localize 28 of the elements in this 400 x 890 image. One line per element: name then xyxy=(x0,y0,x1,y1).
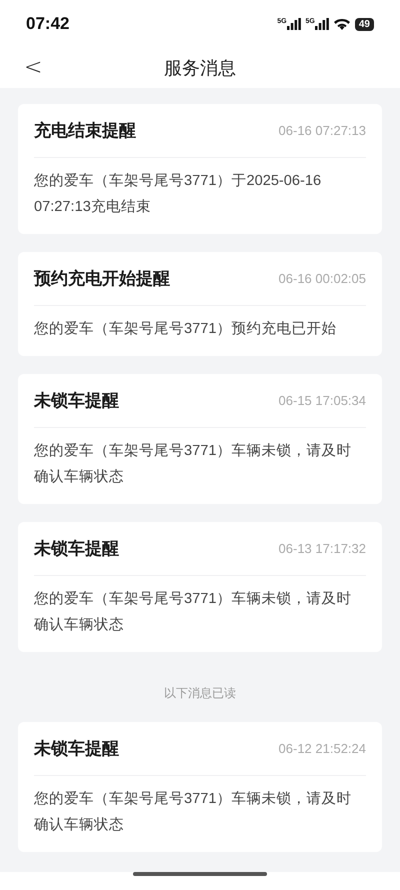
message-body: 您的爱车（车架号尾号3771）车辆未锁，请及时确认车辆状态 xyxy=(34,442,352,487)
message-card[interactable]: 预约充电开始提醒 06-16 00:02:05 您的爱车（车架号尾号3771）预约充电已开始 xyxy=(18,252,382,356)
message-body: 您的爱车（车架号尾号3771）于2025-06-16 07:27:13充电结束 xyxy=(34,172,322,217)
battery-level: 49 xyxy=(354,18,374,30)
message-body: 您的爱车（车架号尾号3771）预约充电已开始 xyxy=(34,320,338,339)
message-title: 未锁车提醒 xyxy=(34,538,119,560)
wifi-icon xyxy=(334,18,350,30)
signal-icon xyxy=(314,18,329,30)
message-title: 预约充电开始提醒 xyxy=(34,268,170,290)
page-title: 服务消息 xyxy=(164,57,236,80)
message-time: 06-12 21:52:24 xyxy=(278,741,366,756)
message-title: 充电结束提醒 xyxy=(34,120,136,142)
message-time: 06-13 17:17:32 xyxy=(278,541,366,556)
message-body: 您的爱车（车架号尾号3771）车辆未锁，请及时确认车辆状态 xyxy=(34,590,352,635)
message-card[interactable]: 未锁车提醒 06-13 17:17:32 您的爱车（车架号尾号3771）车辆未锁，请及时确认车辆状态 xyxy=(18,522,382,652)
message-card[interactable]: 未锁车提醒 06-15 17:05:34 您的爱车（车架号尾号3771）车辆未锁，请及时确认车辆状态 xyxy=(18,374,382,504)
signal-icon xyxy=(286,18,301,30)
read-divider-label: 以下消息已读 xyxy=(164,686,236,700)
message-title: 未锁车提醒 xyxy=(34,738,119,760)
message-body: 您的爱车（车架号尾号3771）车辆未锁，请及时确认车辆状态 xyxy=(34,790,352,835)
status-time: 07:42 xyxy=(26,14,70,34)
message-time: 06-15 17:05:34 xyxy=(278,393,366,408)
message-card[interactable]: 未锁车提醒 06-12 21:52:24 您的爱车（车架号尾号3771）车辆未锁，请及时确认车辆状态 xyxy=(18,722,382,852)
message-title: 未锁车提醒 xyxy=(34,390,119,412)
message-card[interactable]: 充电结束提醒 06-16 07:27:13 您的爱车（车架号尾号3771）于2025-06-16 07:27:13充电结束 xyxy=(18,104,382,234)
message-time: 06-16 00:02:05 xyxy=(278,271,366,286)
message-time: 06-16 07:27:13 xyxy=(278,123,366,138)
back-button[interactable]: < xyxy=(20,56,46,80)
